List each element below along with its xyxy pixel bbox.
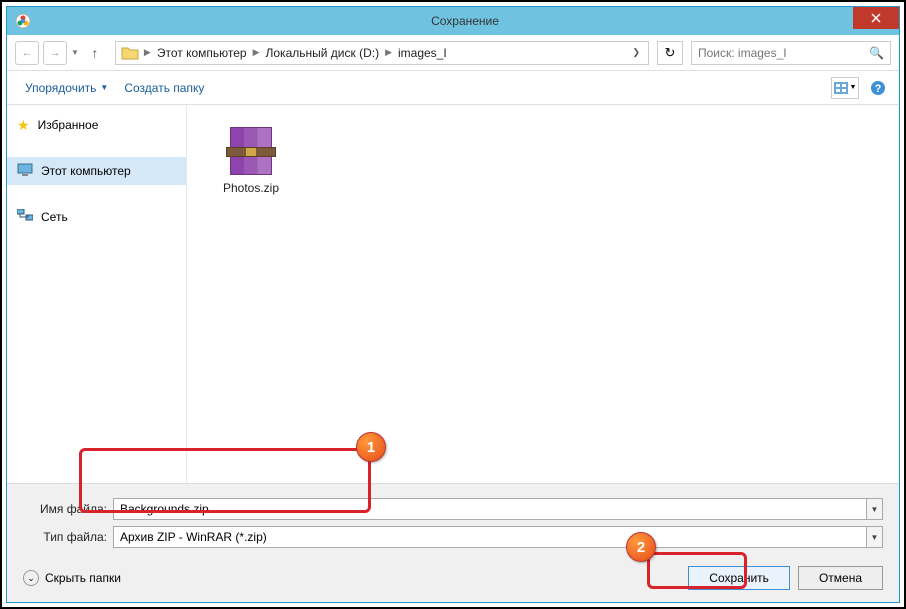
sidebar-favorites[interactable]: ★ Избранное — [7, 111, 186, 139]
window-title: Сохранение — [31, 14, 899, 28]
toolbar: Упорядочить ▼ Создать папку ▼ ? — [7, 71, 899, 105]
new-folder-button[interactable]: Создать папку — [116, 77, 212, 99]
chevron-right-icon: ▶ — [253, 47, 260, 58]
sidebar-favorites-label: Избранное — [38, 118, 99, 132]
view-options-button[interactable]: ▼ — [831, 77, 859, 99]
titlebar: Сохранение — [7, 7, 899, 35]
main-area: ★ Избранное Этот компьютер Сеть — [7, 105, 899, 483]
search-icon: 🔍 — [869, 46, 884, 60]
breadcrumb-folder[interactable]: images_I — [392, 46, 453, 60]
back-button[interactable]: ← — [15, 41, 39, 65]
bottom-panel: Имя файла: ▼ Тип файла: ▼ ⌄ Скрыть папки… — [7, 483, 899, 602]
cancel-button[interactable]: Отмена — [798, 566, 883, 590]
file-name-label: Photos.zip — [201, 181, 301, 195]
file-item[interactable]: Photos.zip — [201, 119, 301, 195]
save-button[interactable]: Сохранить — [688, 566, 790, 590]
save-dialog: Сохранение ← → ▼ ↑ ▶ Этот компьютер ▶ Ло… — [6, 6, 900, 603]
filename-label: Имя файла: — [23, 502, 113, 516]
file-list-area[interactable]: Photos.zip — [187, 105, 899, 483]
help-button[interactable]: ? — [867, 77, 889, 99]
sidebar-thispc-label: Этот компьютер — [41, 164, 131, 178]
zip-archive-icon — [226, 119, 276, 175]
folder-icon — [120, 43, 140, 63]
star-icon: ★ — [17, 117, 30, 134]
hide-folders-toggle[interactable]: ⌄ Скрыть папки — [23, 570, 121, 586]
svg-text:?: ? — [875, 83, 882, 95]
breadcrumb-pc[interactable]: Этот компьютер — [151, 46, 253, 60]
hide-folders-label: Скрыть папки — [45, 571, 121, 585]
app-icon — [15, 13, 31, 29]
sidebar-network[interactable]: Сеть — [7, 203, 186, 231]
filename-input[interactable] — [113, 498, 867, 520]
filetype-label: Тип файла: — [23, 530, 113, 544]
refresh-button[interactable]: ↻ — [657, 41, 683, 65]
sidebar-network-label: Сеть — [41, 210, 68, 224]
sidebar: ★ Избранное Этот компьютер Сеть — [7, 105, 187, 483]
breadcrumb-disk[interactable]: Локальный диск (D:) — [260, 46, 386, 60]
network-icon — [17, 209, 33, 226]
filename-dropdown-icon[interactable]: ▼ — [867, 498, 883, 520]
forward-button[interactable]: → — [43, 41, 67, 65]
annotation-callout-2: 2 — [626, 532, 656, 562]
filetype-select[interactable] — [113, 526, 867, 548]
organize-menu[interactable]: Упорядочить ▼ — [17, 77, 116, 99]
chevron-right-icon: ▶ — [144, 47, 151, 58]
up-button[interactable]: ↑ — [83, 41, 107, 65]
chevron-right-icon: ▶ — [385, 47, 392, 58]
annotation-callout-1: 1 — [356, 432, 386, 462]
address-dropdown-icon[interactable]: ❯ — [624, 47, 648, 58]
address-bar[interactable]: ▶ Этот компьютер ▶ Локальный диск (D:) ▶… — [115, 41, 649, 65]
filetype-dropdown-icon[interactable]: ▼ — [867, 526, 883, 548]
organize-label: Упорядочить — [25, 81, 96, 95]
sidebar-thispc[interactable]: Этот компьютер — [7, 157, 186, 185]
computer-icon — [17, 163, 33, 180]
chevron-down-icon: ▼ — [100, 83, 108, 92]
close-button[interactable] — [853, 7, 899, 29]
collapse-icon: ⌄ — [23, 570, 39, 586]
search-box[interactable]: 🔍 — [691, 41, 891, 65]
search-input[interactable] — [698, 46, 869, 60]
navigation-bar: ← → ▼ ↑ ▶ Этот компьютер ▶ Локальный дис… — [7, 35, 899, 71]
